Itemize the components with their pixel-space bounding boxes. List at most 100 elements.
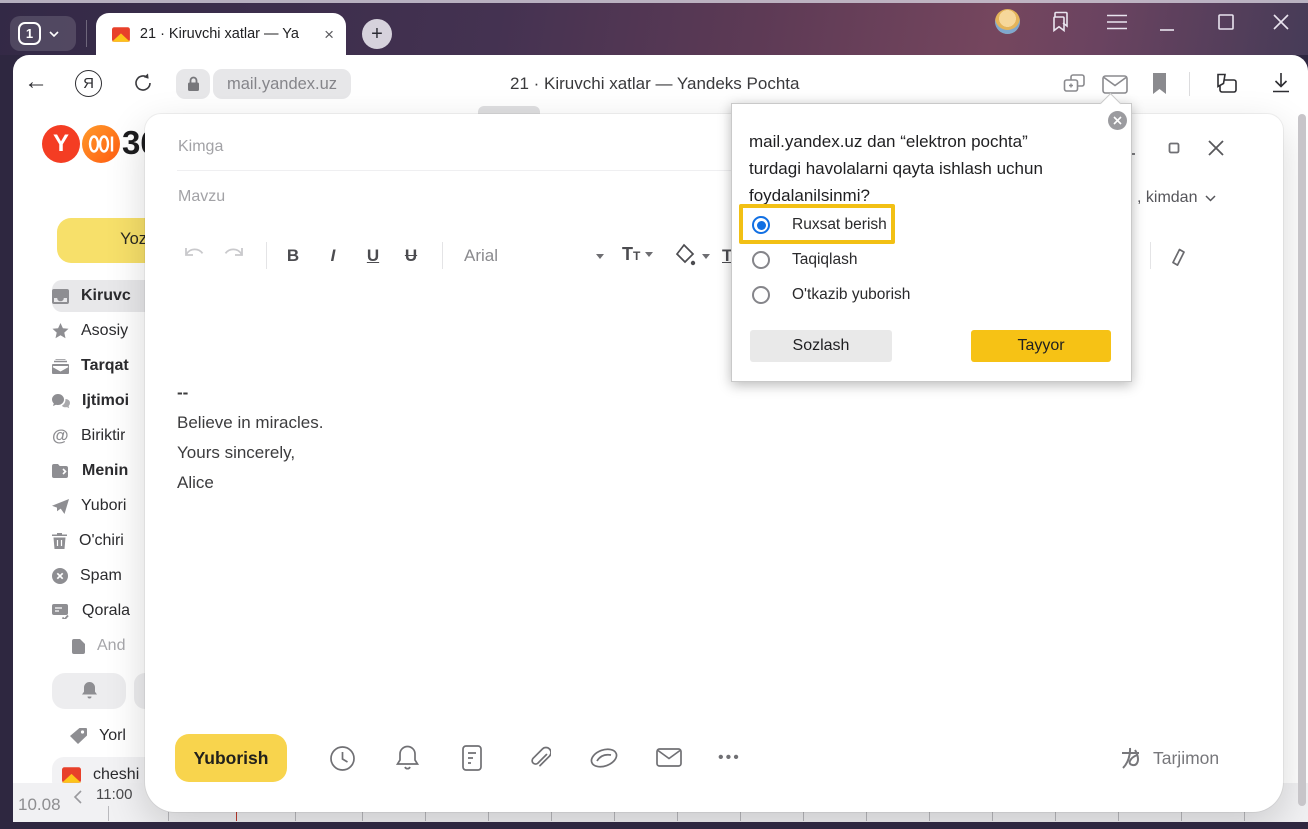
user-avatar[interactable] xyxy=(995,9,1020,34)
close-compose-icon[interactable] xyxy=(1206,138,1226,158)
refresh-icon[interactable] xyxy=(131,71,155,95)
attach-from-mail-icon[interactable] xyxy=(655,747,683,768)
fontsize-small-label: T xyxy=(633,249,640,263)
reminder-bell-icon[interactable] xyxy=(395,744,420,772)
font-family-selector[interactable]: Arial xyxy=(464,246,498,266)
inbox-icon xyxy=(52,289,69,304)
italic-button[interactable]: I xyxy=(320,246,346,266)
undo-icon[interactable] xyxy=(183,245,205,265)
menu-icon[interactable] xyxy=(1106,14,1128,30)
font-family-caret-icon[interactable] xyxy=(596,254,604,259)
spam-icon xyxy=(52,568,68,584)
signature-separator: -- xyxy=(177,378,323,408)
collections-icon[interactable] xyxy=(1212,71,1240,96)
strikethrough-button[interactable]: U xyxy=(398,246,424,266)
underline-button[interactable]: U xyxy=(360,246,386,266)
compose-mail-button[interactable]: Yoz xyxy=(57,218,157,263)
yandex-360-logo[interactable] xyxy=(82,125,120,163)
sidebar-item-labels[interactable]: Yorl xyxy=(70,721,126,751)
text-color-button[interactable]: T xyxy=(722,246,731,266)
yandex-home-button[interactable]: Я xyxy=(75,70,102,97)
sidebar-item-my-folders[interactable]: Menin xyxy=(52,456,128,486)
timeline-tick xyxy=(803,812,804,821)
translator-button[interactable]: Tarjimon xyxy=(1118,745,1219,771)
toolbar-divider xyxy=(1150,242,1151,269)
sidebar-item-sent[interactable]: Yubori xyxy=(52,491,126,521)
tab-preview-icon[interactable] xyxy=(1063,73,1086,95)
fill-color-icon[interactable] xyxy=(674,243,696,267)
sidebar-item-spam[interactable]: Spam xyxy=(52,561,122,591)
sidebar-item-primary[interactable]: Asosiy xyxy=(52,316,128,346)
timeline-tick xyxy=(677,812,678,821)
clear-formatting-icon[interactable] xyxy=(1166,244,1188,266)
toolbar-divider xyxy=(266,242,267,269)
tab-close-icon[interactable]: × xyxy=(324,26,334,43)
compose-to-field[interactable]: Kimga xyxy=(178,138,223,156)
popup-done-button[interactable]: Tayyor xyxy=(971,330,1111,362)
timeline-tick xyxy=(614,812,615,821)
bold-button[interactable]: B xyxy=(280,246,306,266)
redo-icon[interactable] xyxy=(223,245,245,265)
tab-group-counter[interactable]: 1 xyxy=(10,16,76,51)
popup-settings-button[interactable]: Sozlash xyxy=(750,330,892,362)
attach-file-icon[interactable] xyxy=(526,744,551,772)
radio-icon[interactable] xyxy=(752,251,770,269)
page-scrollbar[interactable] xyxy=(1298,114,1306,806)
fontsize-big-label: T xyxy=(622,244,633,265)
popup-question-line: turdagi havolalarni qayta ishlash uchun xyxy=(749,155,1043,182)
attach-from-disk-icon[interactable] xyxy=(589,748,619,768)
compose-body[interactable]: -- Believe in miracles. Yours sincerely,… xyxy=(177,378,323,498)
active-tab[interactable]: 21 · Kiruvchi xatlar — Ya × xyxy=(96,13,346,55)
send-button-label: Yuborish xyxy=(194,748,269,769)
close-icon xyxy=(1113,116,1122,125)
sidebar-item-templates[interactable]: And xyxy=(72,631,125,661)
from-selector[interactable]: , kimdan xyxy=(1137,189,1216,207)
sidebar-item-attachments[interactable]: @ Biriktir xyxy=(52,421,125,451)
sidebar-item-social[interactable]: Ijtimoi xyxy=(52,386,129,416)
site-security-badge[interactable] xyxy=(176,69,210,99)
sidebar-item-label: Biriktir xyxy=(81,427,125,445)
downloads-icon[interactable] xyxy=(1269,71,1293,95)
chevron-down-icon xyxy=(1205,195,1216,202)
bookmark-icon[interactable] xyxy=(1151,72,1168,95)
new-tab-button[interactable]: + xyxy=(362,19,392,49)
toolbar-divider xyxy=(1189,72,1190,96)
close-window-icon[interactable] xyxy=(1271,12,1291,32)
radio-selected-icon[interactable] xyxy=(752,216,770,234)
minimize-window-icon[interactable] xyxy=(1156,18,1178,38)
yandex-logo[interactable]: Y xyxy=(42,125,80,163)
popup-option-skip[interactable]: O'tkazib yuborish xyxy=(752,286,910,304)
radio-icon[interactable] xyxy=(752,286,770,304)
maximize-window-icon[interactable] xyxy=(1216,12,1236,32)
font-size-selector[interactable]: T T xyxy=(622,244,653,265)
sidebar-item-drafts[interactable]: Qorala xyxy=(52,596,130,626)
timeline-time: 11:00 xyxy=(96,786,132,803)
mail-handler-icon[interactable] xyxy=(1102,75,1128,94)
schedule-send-icon[interactable] xyxy=(329,745,356,772)
more-actions-button[interactable]: ••• xyxy=(718,749,741,767)
option-label: Ruxsat berish xyxy=(792,216,887,234)
popup-option-allow[interactable]: Ruxsat berish xyxy=(752,216,887,234)
translator-icon xyxy=(1118,745,1145,771)
option-label: O'tkazib yuborish xyxy=(792,286,910,304)
popup-option-block[interactable]: Taqiqlash xyxy=(752,251,858,269)
notifications-pill[interactable] xyxy=(52,673,126,709)
address-bar[interactable]: mail.yandex.uz xyxy=(213,69,351,99)
back-button[interactable]: ← xyxy=(24,68,48,96)
sidebar-item-newsletters[interactable]: Tarqat xyxy=(52,351,129,381)
second-pill-sliver xyxy=(134,673,145,709)
timeline-tick xyxy=(866,812,867,821)
send-button[interactable]: Yuborish xyxy=(175,734,287,782)
sidebar-item-inbox[interactable]: Kiruvc xyxy=(52,281,131,311)
bookmarks-panel-icon[interactable] xyxy=(1050,11,1074,33)
url-text: mail.yandex.uz xyxy=(213,75,351,94)
popout-compose-icon[interactable] xyxy=(1168,142,1180,154)
fill-color-caret-icon[interactable] xyxy=(702,254,710,259)
compose-subject-field[interactable]: Mavzu xyxy=(178,188,225,206)
page-title: 21 · Kiruvchi xatlar — Yandeks Pochta xyxy=(510,74,799,94)
option-label: Taqiqlash xyxy=(792,251,858,269)
popup-close-button[interactable] xyxy=(1108,111,1127,130)
sidebar-item-trash[interactable]: O'chiri xyxy=(52,526,124,556)
chevron-left-icon[interactable] xyxy=(73,790,83,804)
templates-icon[interactable] xyxy=(461,744,483,772)
